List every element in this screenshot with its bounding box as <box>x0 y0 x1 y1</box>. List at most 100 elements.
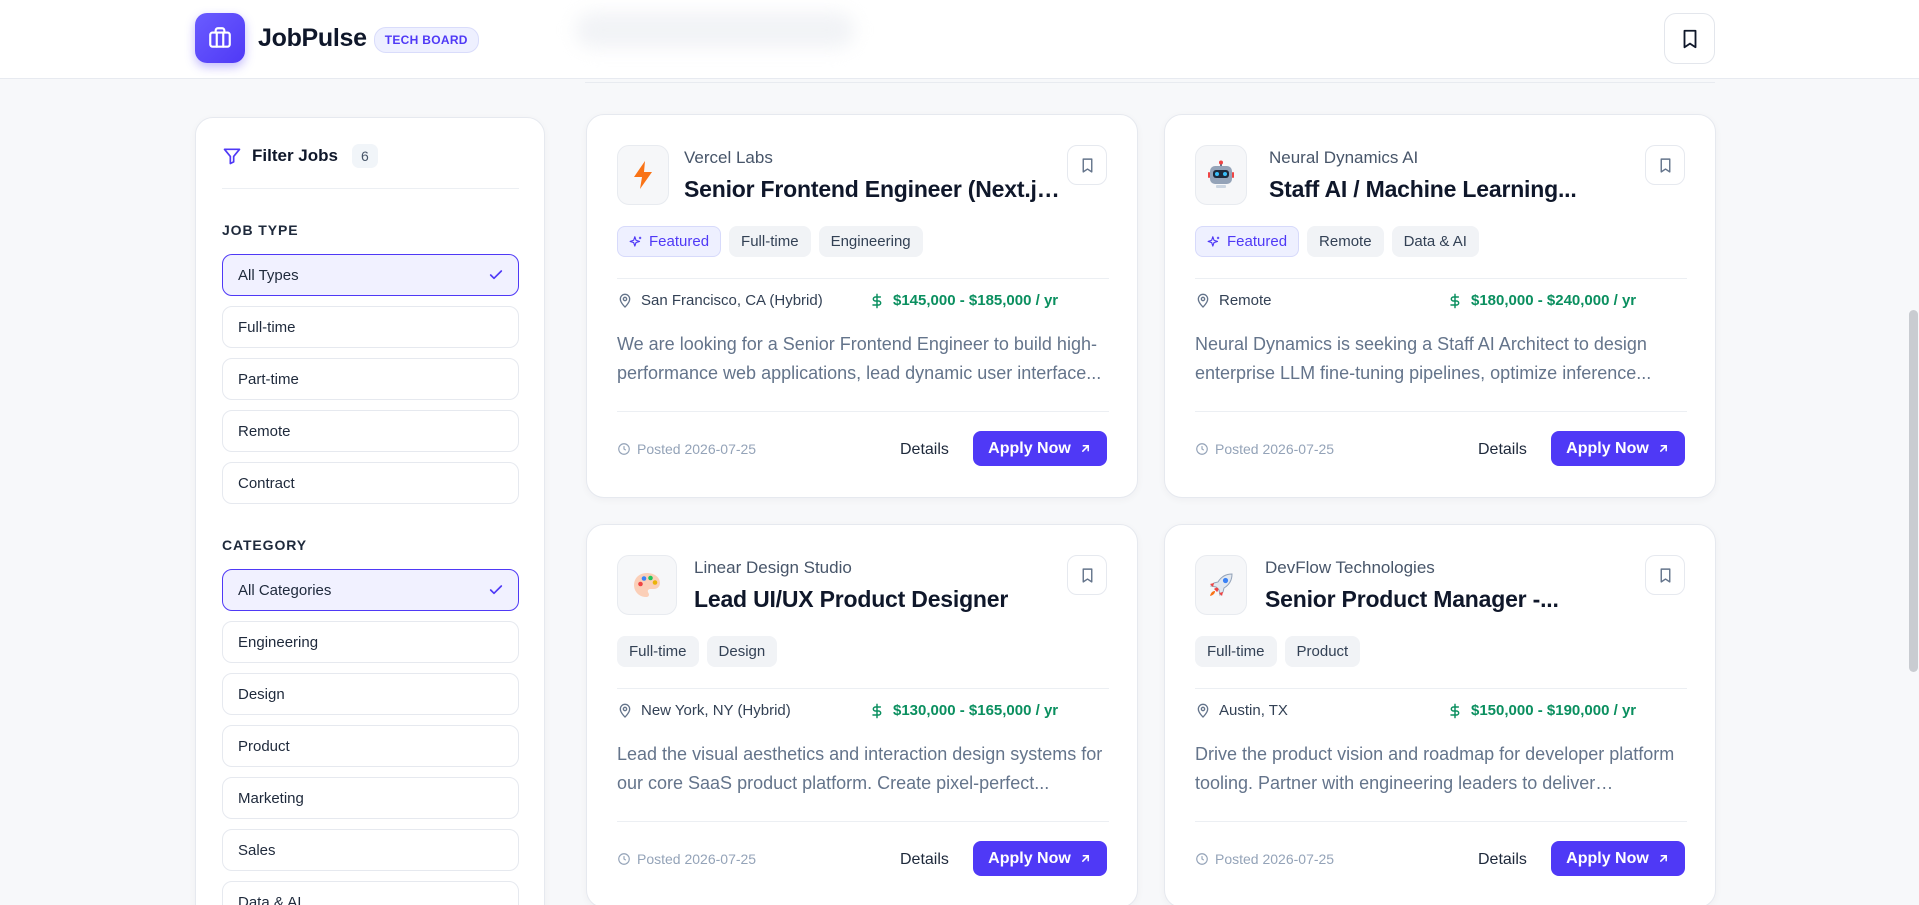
job-card[interactable]: Neural Dynamics AI Staff AI / Machine Le… <box>1164 114 1716 498</box>
option-label: All Types <box>238 266 299 284</box>
filter-header: Filter Jobs 6 <box>222 144 378 168</box>
bookmark-button[interactable] <box>1645 145 1685 185</box>
job-salary: $145,000 - $185,000 / yr <box>869 292 1058 309</box>
company-name: DevFlow Technologies <box>1265 558 1435 577</box>
map-pin-icon <box>1197 293 1209 308</box>
divider <box>1195 688 1687 689</box>
tag: Design <box>706 636 778 667</box>
tag: Full-time <box>729 226 811 257</box>
job-title[interactable]: Senior Product Manager -... <box>1265 586 1635 613</box>
details-button[interactable]: Details <box>900 441 949 459</box>
apply-now-button[interactable]: Apply Now <box>973 841 1107 876</box>
bolt-icon <box>634 161 652 189</box>
dollar-icon <box>1450 293 1460 308</box>
job-description: Neural Dynamics is seeking a Staff AI Ar… <box>1195 334 1652 383</box>
category-label: CATEGORY <box>222 537 307 553</box>
featured-tag: Featured <box>1195 226 1300 257</box>
briefcase-icon <box>195 13 245 63</box>
divider <box>617 688 1109 689</box>
bookmark-icon <box>1660 567 1670 583</box>
job-type-label: JOB TYPE <box>222 222 299 238</box>
category-option-engineering[interactable]: Engineering <box>222 621 519 663</box>
job-card[interactable]: DevFlow Technologies Senior Product Mana… <box>1164 524 1716 905</box>
job-title[interactable]: Lead UI/UX Product Designer <box>694 586 1064 613</box>
option-label: Marketing <box>238 789 304 807</box>
map-pin-icon <box>1197 703 1209 718</box>
brand[interactable]: JobPulse TECH BOARD <box>195 13 479 63</box>
job-location: San Francisco, CA (Hybrid) <box>617 292 823 309</box>
job-salary: $150,000 - $190,000 / yr <box>1447 702 1636 719</box>
job-salary: $180,000 - $240,000 / yr <box>1447 292 1636 309</box>
apply-now-button[interactable]: Apply Now <box>1551 431 1685 466</box>
posted-date: Posted 2026-07-25 <box>617 851 756 867</box>
divider <box>617 411 1109 412</box>
brand-name: JobPulse <box>258 23 367 52</box>
divider <box>222 188 519 189</box>
bookmark-icon <box>1660 157 1670 173</box>
job-card[interactable]: Linear Design Studio Lead UI/UX Product … <box>586 524 1138 905</box>
bookmark-button[interactable] <box>1067 145 1107 185</box>
top-header: JobPulse TECH BOARD <box>0 0 1919 79</box>
job-salary: $130,000 - $165,000 / yr <box>869 702 1058 719</box>
option-label: Remote <box>238 422 291 440</box>
category-option-marketing[interactable]: Marketing <box>222 777 519 819</box>
category-option-all[interactable]: All Categories <box>222 569 519 611</box>
option-label: Part-time <box>238 370 299 388</box>
job-location: Remote <box>1195 292 1272 309</box>
category-option-sales[interactable]: Sales <box>222 829 519 871</box>
job-location: Austin, TX <box>1195 702 1288 719</box>
job-type-option-all[interactable]: All Types <box>222 254 519 296</box>
posted-date: Posted 2026-07-25 <box>1195 851 1334 867</box>
sparkles-icon <box>1207 235 1220 247</box>
tag-list: Featured Remote Data & AI <box>1195 226 1479 257</box>
apply-now-button[interactable]: Apply Now <box>1551 841 1685 876</box>
company-name: Linear Design Studio <box>694 558 852 577</box>
company-logo <box>617 555 677 615</box>
option-label: All Categories <box>238 581 332 599</box>
details-button[interactable]: Details <box>1478 441 1527 459</box>
tag: Data & AI <box>1391 226 1479 257</box>
job-type-option-part-time[interactable]: Part-time <box>222 358 519 400</box>
job-type-option-full-time[interactable]: Full-time <box>222 306 519 348</box>
option-label: Contract <box>238 474 295 492</box>
job-type-option-remote[interactable]: Remote <box>222 410 519 452</box>
featured-tag: Featured <box>617 226 722 257</box>
filter-sidebar: Filter Jobs 6 JOB TYPE All Types Full-ti… <box>195 117 545 905</box>
dollar-icon <box>872 703 882 718</box>
clock-icon <box>618 443 630 455</box>
dollar-icon <box>872 293 882 308</box>
job-card[interactable]: Vercel Labs Senior Frontend Engineer (Ne… <box>586 114 1138 498</box>
details-button[interactable]: Details <box>1478 851 1527 869</box>
company-name: Neural Dynamics AI <box>1269 148 1419 167</box>
arrow-up-right-icon <box>1659 855 1667 862</box>
company-logo <box>617 145 669 205</box>
check-icon <box>489 270 503 280</box>
page-scrollbar[interactable] <box>1909 310 1918 672</box>
category-option-data-ai[interactable]: Data & AI <box>222 881 519 905</box>
blurred-search-area <box>575 12 855 48</box>
divider <box>617 278 1109 279</box>
category-option-product[interactable]: Product <box>222 725 519 767</box>
apply-now-button[interactable]: Apply Now <box>973 431 1107 466</box>
tag-list: Full-time Design <box>617 636 778 667</box>
job-type-option-contract[interactable]: Contract <box>222 462 519 504</box>
company-logo <box>1195 145 1247 205</box>
details-button[interactable]: Details <box>900 851 949 869</box>
bookmark-button[interactable] <box>1645 555 1685 595</box>
job-title[interactable]: Staff AI / Machine Learning... <box>1269 176 1639 203</box>
map-pin-icon <box>619 703 631 718</box>
option-label: Sales <box>238 841 276 859</box>
tag: Remote <box>1307 226 1384 257</box>
sparkles-icon <box>629 235 642 247</box>
arrow-up-right-icon <box>1659 445 1667 452</box>
job-description: Drive the product vision and roadmap for… <box>1195 744 1675 793</box>
bookmark-button[interactable] <box>1067 555 1107 595</box>
divider <box>1195 411 1687 412</box>
posted-date: Posted 2026-07-25 <box>1195 441 1334 457</box>
clock-icon <box>618 853 630 865</box>
job-title[interactable]: Senior Frontend Engineer (Next.js... <box>684 176 1064 203</box>
divider <box>1195 821 1687 822</box>
filter-count-badge: 6 <box>351 144 378 168</box>
category-option-design[interactable]: Design <box>222 673 519 715</box>
saved-jobs-button[interactable] <box>1664 13 1715 64</box>
